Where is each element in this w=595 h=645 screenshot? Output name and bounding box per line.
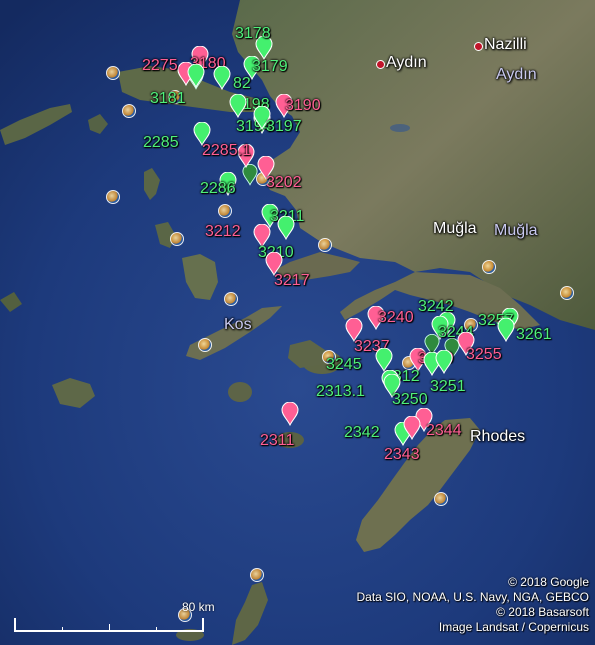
poi-icon[interactable] [122, 104, 136, 118]
placemark-label[interactable]: 3190 [285, 97, 321, 115]
poi-icon[interactable] [170, 232, 184, 246]
scale-tick [156, 627, 157, 632]
placemark-label[interactable]: 3217 [274, 272, 310, 290]
placemark-label[interactable]: 3250 [392, 391, 428, 409]
poi-icon[interactable] [106, 66, 120, 80]
poi-icon[interactable] [318, 238, 332, 252]
place-label[interactable]: Rhodes [470, 428, 525, 446]
attribution-line: Data SIO, NOAA, U.S. Navy, NGA, GEBCO [356, 590, 590, 604]
poi-icon[interactable] [434, 492, 448, 506]
placemark-label[interactable]: 2313.1 [316, 383, 365, 401]
placemark-label[interactable]: 2286 [200, 180, 236, 198]
placemark-label[interactable]: 82 [233, 75, 251, 93]
scale-tick [109, 624, 110, 632]
place-label[interactable]: Muğla [494, 222, 538, 240]
placemark-pin-icon[interactable] [187, 64, 205, 88]
place-label[interactable]: Kos [224, 316, 252, 334]
placemark-label[interactable]: 3242 [418, 298, 454, 316]
placemark-label[interactable]: 3251 [430, 378, 466, 396]
placemark-label[interactable]: 2343 [384, 446, 420, 464]
poi-icon[interactable] [198, 338, 212, 352]
placemark-label[interactable]: 3261 [516, 326, 552, 344]
placemark-label[interactable]: 2285 [143, 134, 179, 152]
scale-tick [62, 627, 63, 632]
placemark-label[interactable]: 3202 [266, 174, 302, 192]
placemark-label[interactable]: 3179 [252, 58, 288, 76]
poi-icon[interactable] [106, 190, 120, 204]
poi-icon[interactable] [482, 260, 496, 274]
placemark-pin-icon[interactable] [497, 318, 515, 342]
placemark-label[interactable]: 2344 [426, 422, 462, 440]
place-label[interactable]: Aydın [386, 54, 427, 72]
placemark-pin-icon[interactable] [403, 416, 421, 440]
attribution-line: Image Landsat / Copernicus [438, 620, 589, 634]
city-dot-icon [474, 42, 483, 51]
placemark-label[interactable]: 3197 [266, 118, 302, 136]
attribution-line: © 2018 Google [508, 575, 589, 589]
placemark-label[interactable]: 3181 [150, 90, 186, 108]
placemark-label[interactable]: 2285.1 [202, 142, 251, 160]
place-label[interactable]: Nazilli [484, 36, 527, 54]
placemark-label[interactable]: 2311 [260, 432, 294, 450]
placemark-label[interactable]: 2275 [142, 57, 178, 75]
poi-icon[interactable] [250, 568, 264, 582]
placemark-label[interactable]: 3178 [235, 25, 271, 43]
placemark-pin-icon[interactable] [277, 216, 295, 240]
placemark-label[interactable]: 3255 [466, 346, 502, 364]
city-dot-icon [376, 60, 385, 69]
placemark-label[interactable]: 3212 [205, 223, 241, 241]
map-attribution: © 2018 Google Data SIO, NOAA, U.S. Navy,… [357, 575, 590, 635]
placemark-pin-icon[interactable] [281, 402, 299, 426]
scale-label: 80 km [182, 600, 215, 614]
scale-bar: 80 km [14, 600, 215, 636]
placemark-pin-icon[interactable] [213, 66, 231, 90]
place-label[interactable]: Muğla [433, 220, 477, 238]
placemark-label[interactable]: 3240 [378, 309, 414, 327]
placemark-pin-icon[interactable] [229, 94, 247, 118]
poi-icon[interactable] [224, 292, 238, 306]
placemark-label[interactable]: 2342 [344, 424, 380, 442]
place-label[interactable]: Aydın [496, 66, 537, 84]
placemark-label[interactable]: 3245 [326, 356, 362, 374]
poi-icon[interactable] [560, 286, 574, 300]
placemark-pin-icon[interactable] [435, 350, 453, 374]
attribution-line: © 2018 Basarsoft [496, 605, 589, 619]
poi-icon[interactable] [218, 204, 232, 218]
map-view[interactable]: Aydın Aydın Nazilli Muğla Muğla Kos Rhodes 227… [0, 0, 595, 645]
